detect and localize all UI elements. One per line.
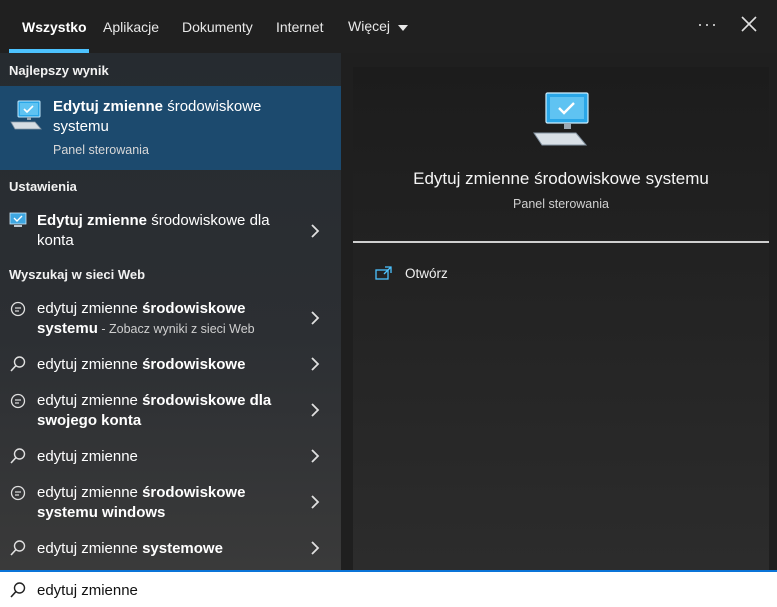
chevron-right-icon [311,403,320,417]
preview-title: Edytuj zmienne środowiskowe systemu [413,169,709,188]
tab-more[interactable]: Więcej [348,0,409,53]
tab-apps[interactable]: Aplikacje [103,0,159,53]
chevron-down-icon [398,24,409,31]
tab-documents[interactable]: Dokumenty [182,0,253,53]
open-action[interactable]: Otwórz [375,263,448,283]
chevron-right-icon [311,357,320,371]
web-result-item[interactable]: edytuj zmienne środowiskowe systemu wind… [0,477,341,527]
web-result-label: edytuj zmienne środowiskowe [37,356,246,373]
settings-item[interactable]: Edytuj zmienne środowiskowe dla konta [0,201,341,251]
computer-icon [10,100,42,130]
search-icon [10,356,26,372]
web-result-item[interactable]: edytuj zmienne [0,439,341,469]
preview-panel: Edytuj zmienne środowiskowe systemu Pane… [353,67,769,570]
web-result-label: edytuj zmienne [37,448,138,465]
web-heading: Wyszukaj w sieci Web [9,267,146,282]
search-icon [10,540,26,556]
chevron-right-icon [311,311,320,325]
best-match-subtitle: Panel sterowania [53,143,149,157]
web-result-item[interactable]: edytuj zmienne środowiskowe [0,347,341,377]
chevron-right-icon [311,495,320,509]
web-result-label: edytuj zmienne środowiskowe systemu - Zo… [37,300,255,337]
preview-divider [353,241,769,243]
tab-more-label: Więcej [348,18,391,34]
web-result-item[interactable]: edytuj zmienne środowiskowe dla swojego … [0,385,341,435]
chevron-right-icon [311,449,320,463]
best-match-title: Edytuj zmienne środowiskowe systemu [53,98,262,135]
search-input[interactable] [37,580,757,600]
ellipsis-icon[interactable]: ··· [697,14,718,35]
best-match-item[interactable]: Edytuj zmienne środowiskowe systemu Pane… [0,86,341,170]
search-tab-bar: Wszystko Aplikacje Dokumenty Internet Wi… [0,0,777,53]
monitor-settings-icon [9,212,27,227]
search-icon [10,582,26,598]
tab-all[interactable]: Wszystko [22,0,87,53]
search-icon [10,448,26,464]
web-result-label: edytuj zmienne środowiskowe systemu wind… [37,484,246,521]
web-result-label: edytuj zmienne systemowe [37,540,223,557]
web-result-label: edytuj zmienne środowiskowe dla swojego … [37,392,272,429]
open-action-label: Otwórz [405,265,448,281]
settings-heading: Ustawienia [9,179,77,194]
tab-web[interactable]: Internet [276,0,323,53]
settings-item-label: Edytuj zmienne środowiskowe dla konta [37,212,270,249]
web-result-item[interactable]: edytuj zmienne systemowe [0,531,341,561]
chat-search-icon [10,485,26,501]
computer-icon [533,92,589,146]
chat-search-icon [10,301,26,317]
preview-subtitle: Panel sterowania [513,197,609,211]
search-bar [0,570,777,607]
chevron-right-icon [311,541,320,555]
close-icon[interactable] [738,13,760,35]
web-result-item[interactable]: edytuj zmienne środowiskowe systemu - Zo… [0,293,341,343]
best-match-heading: Najlepszy wynik [9,63,109,78]
open-icon [375,266,392,280]
results-list: Najlepszy wynik Edytuj zmienne środowisk… [0,53,341,570]
chevron-right-icon [311,224,320,238]
chat-search-icon [10,393,26,409]
